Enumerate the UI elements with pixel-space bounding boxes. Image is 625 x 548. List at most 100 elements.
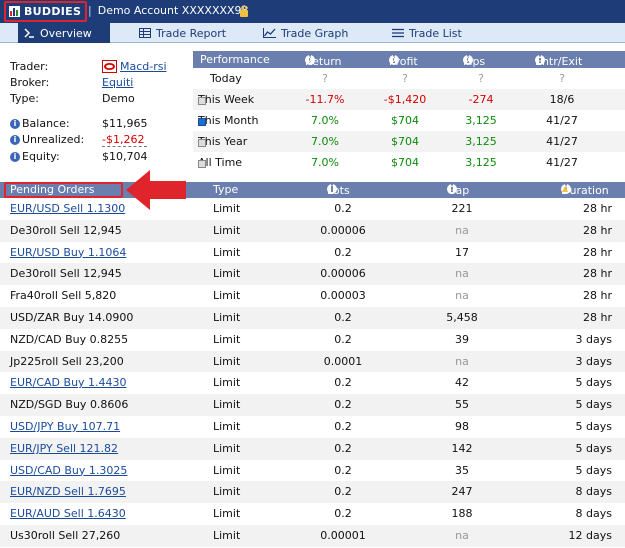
type-label: Type: — [10, 92, 39, 105]
order-gap: 5,458 — [446, 311, 478, 324]
order-name: NZD/CAD Buy 0.8255 — [10, 332, 129, 346]
account-name: Demo Account XXXXXXX98 — [97, 4, 249, 17]
col-type[interactable]: Type — [213, 183, 238, 196]
order-lots: 0.2 — [334, 332, 352, 346]
unrealized-label: i Unrealized: — [10, 133, 84, 146]
arrow-icon — [24, 28, 34, 38]
order-name: Us30roll Sell 27,260 — [10, 529, 121, 542]
order-name[interactable]: EUR/CAD Buy 1.4430 — [10, 376, 127, 389]
order-duration: 3 days — [575, 354, 612, 368]
order-lots: 0.2 — [334, 376, 352, 390]
order-name: USD/ZAR Buy 14.0900 — [10, 311, 134, 324]
checkbox-icon[interactable] — [198, 118, 206, 126]
order-gap: 55 — [455, 398, 469, 412]
order-name[interactable]: EUR/USD Buy 1.1064 — [10, 246, 126, 259]
performance-row: This Week -11.7% -$1,420 -274 18/6 — [193, 89, 625, 110]
order-duration: 28 hr — [583, 289, 612, 303]
title-bar: BUDDIES | Demo Account XXXXXXX98 — [0, 0, 625, 23]
perf-profit: $704 — [391, 135, 419, 148]
perf-profit: ? — [402, 72, 408, 85]
info-icon[interactable]: i — [10, 151, 20, 162]
account-title: | Demo Account XXXXXXX98 — [88, 4, 249, 17]
order-lots: 0.2 — [334, 311, 352, 324]
perf-entr-exit: ? — [559, 72, 565, 85]
order-name[interactable]: USD/CAD Buy 1.3025 — [10, 464, 127, 477]
order-lots: 0.0001 — [323, 354, 363, 368]
order-duration: 28 hr — [583, 245, 612, 259]
order-lots: 0.2 — [334, 245, 352, 259]
tab-bar: Overview Trade Report Trade Graph Trade … — [0, 23, 625, 43]
order-type: Limit — [213, 529, 241, 542]
order-lots: 0.2 — [334, 202, 352, 215]
perf-return: 7.0% — [311, 114, 339, 127]
order-name: De30roll Sell 12,945 — [10, 267, 122, 281]
order-duration: 28 hr — [583, 311, 612, 324]
perf-pips: -274 — [468, 93, 494, 106]
balance-label: i Balance: — [10, 117, 70, 130]
perf-return: 7.0% — [311, 156, 339, 169]
info-icon[interactable]: i — [10, 118, 20, 129]
order-gap: 188 — [451, 507, 473, 521]
order-duration: 3 days — [575, 332, 612, 346]
col-pips-label: Pips — [463, 55, 486, 68]
order-gap: 247 — [451, 485, 473, 499]
order-gap: na — [455, 354, 469, 368]
broker-link[interactable]: Equiti — [102, 76, 133, 89]
perf-entr-exit: 18/6 — [549, 93, 575, 106]
order-name[interactable]: EUR/AUD Sell 1.6430 — [10, 507, 126, 520]
order-duration: 5 days — [575, 463, 612, 477]
order-type: Limit — [213, 463, 241, 477]
order-gap: na — [455, 267, 469, 281]
balance-label-text: Balance: — [22, 117, 70, 130]
order-name[interactable]: EUR/NZD Sell 1.7695 — [10, 485, 126, 498]
divider — [102, 146, 147, 147]
tab-trade-graph[interactable]: Trade Graph — [263, 23, 348, 43]
order-row: Jp225roll Sell 23,200 Limit 0.0001 na 3 days — [0, 350, 625, 373]
order-type: Limit — [213, 332, 241, 346]
tab-trade-list[interactable]: Trade List — [392, 23, 462, 43]
checkbox-icon[interactable] — [198, 160, 206, 168]
order-name: Fra40roll Sell 5,820 — [10, 289, 117, 303]
order-lots: 0.00001 — [320, 529, 366, 542]
sort-asc-icon: ▲ — [562, 184, 569, 193]
order-name[interactable]: USD/JPY Buy 107.71 — [10, 420, 120, 433]
app-logo-icon — [9, 6, 20, 17]
order-row: EUR/USD Sell 1.1300 Limit 0.2 221 28 hr — [0, 198, 625, 220]
checkbox-icon[interactable] — [198, 139, 206, 147]
perf-pips: 3,125 — [465, 156, 497, 169]
trader-value-group[interactable]: Macd-rsi — [102, 60, 167, 73]
period-label[interactable]: All Time — [198, 156, 242, 169]
app-title-group: BUDDIES — [4, 1, 88, 22]
order-name[interactable]: EUR/JPY Sell 121.82 — [10, 442, 118, 455]
order-name: De30roll Sell 12,945 — [10, 223, 122, 237]
checkbox-icon[interactable] — [198, 97, 206, 105]
period-label[interactable]: This Year — [198, 135, 247, 148]
col-gap-label: Gap — [447, 184, 470, 197]
order-row: De30roll Sell 12,945 Limit 0.00006 na 28 hr — [0, 263, 625, 286]
performance-row: This Month 7.0% $704 3,125 41/27 — [193, 110, 625, 131]
period-label[interactable]: Today — [210, 72, 242, 85]
order-row: EUR/NZD Sell 1.7695 Limit 0.2 247 8 days — [0, 481, 625, 504]
perf-entr-exit: 41/27 — [546, 114, 578, 127]
order-lots: 0.2 — [334, 463, 352, 477]
perf-return: -11.7% — [305, 93, 345, 106]
period-label[interactable]: This Month — [198, 114, 258, 127]
order-name: NZD/SGD Buy 0.8606 — [10, 398, 129, 412]
info-icon[interactable]: i — [10, 134, 20, 145]
trader-link[interactable]: Macd-rsi — [120, 60, 167, 73]
order-lots: 0.2 — [334, 420, 352, 433]
order-type: Limit — [213, 202, 241, 215]
order-duration: 8 days — [575, 485, 612, 499]
pending-orders-header: Pending Orders Type i Lots i Gap i Duration… — [0, 182, 625, 198]
performance-row: This Year 7.0% $704 3,125 41/27 — [193, 131, 625, 152]
period-label[interactable]: This Week — [198, 93, 254, 106]
tab-trade-report[interactable]: Trade Report — [139, 23, 226, 43]
unrealized-label-text: Unrealized: — [22, 133, 85, 146]
equity-label-text: Equity: — [22, 150, 60, 163]
order-type: Limit — [213, 311, 241, 324]
order-duration: 8 days — [575, 507, 612, 521]
broker-label: Broker: — [10, 76, 50, 89]
col-entr-exit-label: Entr/Exit — [535, 55, 583, 68]
tab-overview[interactable]: Overview — [18, 23, 110, 43]
order-name[interactable]: EUR/USD Sell 1.1300 — [10, 202, 125, 215]
